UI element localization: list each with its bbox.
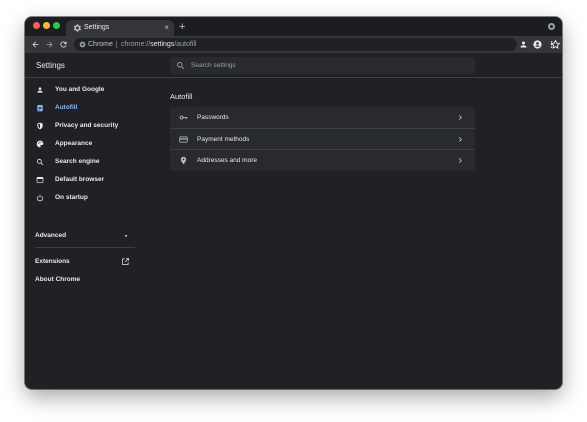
sidebar-item-extensions[interactable]: Extensions [25, 255, 137, 269]
url-prefix: chrome:// [121, 41, 151, 48]
forward-button[interactable] [43, 38, 55, 50]
gear-icon [73, 24, 82, 32]
url-host: settings [150, 41, 175, 48]
autofill-card: Passwords Payment methods Addresses and … [170, 107, 475, 171]
sidebar-item-about-chrome[interactable]: About Chrome [25, 273, 137, 287]
back-button[interactable] [29, 38, 41, 50]
window-close-button[interactable] [33, 22, 40, 29]
row-label: Addresses and more [197, 157, 257, 164]
menu-button[interactable] [545, 38, 557, 50]
avatar-icon [532, 39, 542, 49]
about-label: About Chrome [35, 276, 81, 283]
sidebar-item-label: Autofill [55, 104, 78, 111]
row-label: Payment methods [197, 136, 250, 143]
url-path: /autofill [174, 41, 197, 48]
sidebar-item-default-browser[interactable]: Default browser [25, 173, 137, 187]
tab-settings[interactable]: Settings × [66, 20, 174, 37]
tab-close-icon[interactable]: × [164, 23, 169, 33]
extension-profile-icon[interactable] [517, 38, 529, 50]
chevron-right-icon [458, 115, 462, 120]
tab-search-icon[interactable] [548, 23, 555, 30]
window-maximize-button[interactable] [53, 22, 60, 29]
settings-sidebar: You and Google Autofill Privacy and secu… [25, 79, 137, 389]
browser-window-icon [36, 177, 44, 183]
sidebar-item-search-engine[interactable]: Search engine [25, 155, 137, 169]
chevron-right-icon [458, 158, 462, 163]
chevron-down-icon [124, 235, 128, 237]
row-passwords[interactable]: Passwords [170, 107, 475, 128]
palette-icon [36, 140, 44, 148]
profile-avatar-button[interactable] [531, 38, 543, 50]
chevron-right-icon [458, 137, 462, 142]
sidebar-item-appearance[interactable]: Appearance [25, 137, 137, 151]
sidebar-item-label: Privacy and security [55, 122, 119, 129]
row-payment-methods[interactable]: Payment methods [170, 128, 475, 149]
sidebar-item-label: Appearance [55, 140, 93, 147]
back-arrow-icon [32, 41, 38, 47]
search-icon [177, 62, 185, 70]
key-icon [179, 115, 188, 120]
search-placeholder: Search settings [191, 62, 236, 69]
credit-card-icon [179, 136, 188, 143]
person-filled-icon [520, 41, 526, 47]
page-title: Settings [36, 61, 65, 70]
open-in-new-icon [122, 258, 129, 265]
window-minimize-button[interactable] [43, 22, 50, 29]
more-vertical-icon [550, 40, 552, 48]
sidebar-item-on-startup[interactable]: On startup [25, 191, 137, 205]
section-title: Autofill [170, 92, 193, 101]
sidebar-divider [35, 247, 135, 248]
omnibox-divider [116, 41, 117, 48]
advanced-label: Advanced [35, 232, 67, 239]
browser-window: Settings × + Chrome chrome://settings/au… [25, 17, 562, 389]
reload-button[interactable] [57, 38, 69, 50]
location-pin-icon [180, 156, 187, 165]
sidebar-item-label: Search engine [55, 158, 100, 165]
sidebar-item-label: On startup [55, 194, 88, 201]
browser-toolbar: Chrome chrome://settings/autofill [25, 36, 562, 53]
new-tab-button[interactable]: + [179, 20, 185, 34]
sidebar-item-label: Default browser [55, 176, 105, 183]
sidebar-item-privacy-and-security[interactable]: Privacy and security [25, 119, 137, 133]
power-icon [36, 194, 44, 202]
forward-arrow-icon [46, 41, 52, 47]
search-settings-input[interactable]: Search settings [170, 57, 475, 74]
sidebar-item-label: You and Google [55, 86, 105, 93]
shield-icon [37, 122, 43, 130]
settings-header: Settings Search settings [25, 53, 562, 78]
address-bar[interactable]: Chrome chrome://settings/autofill [74, 38, 561, 51]
row-label: Passwords [197, 114, 229, 121]
person-icon [37, 87, 43, 93]
site-label: Chrome [88, 41, 113, 48]
sidebar-item-you-and-google[interactable]: You and Google [25, 83, 137, 97]
url-text: chrome://settings/autofill [121, 39, 197, 50]
autofill-clipboard-icon [37, 105, 43, 112]
row-addresses-and-more[interactable]: Addresses and more [170, 149, 475, 170]
sidebar-item-autofill[interactable]: Autofill [25, 101, 137, 115]
tab-strip: Settings × + [25, 17, 562, 37]
reload-icon [59, 41, 66, 48]
sidebar-advanced-toggle[interactable]: Advanced [25, 229, 137, 243]
tab-title: Settings [84, 24, 110, 31]
chrome-page-icon [79, 41, 86, 48]
extensions-label: Extensions [35, 258, 70, 265]
search-icon [36, 158, 44, 166]
